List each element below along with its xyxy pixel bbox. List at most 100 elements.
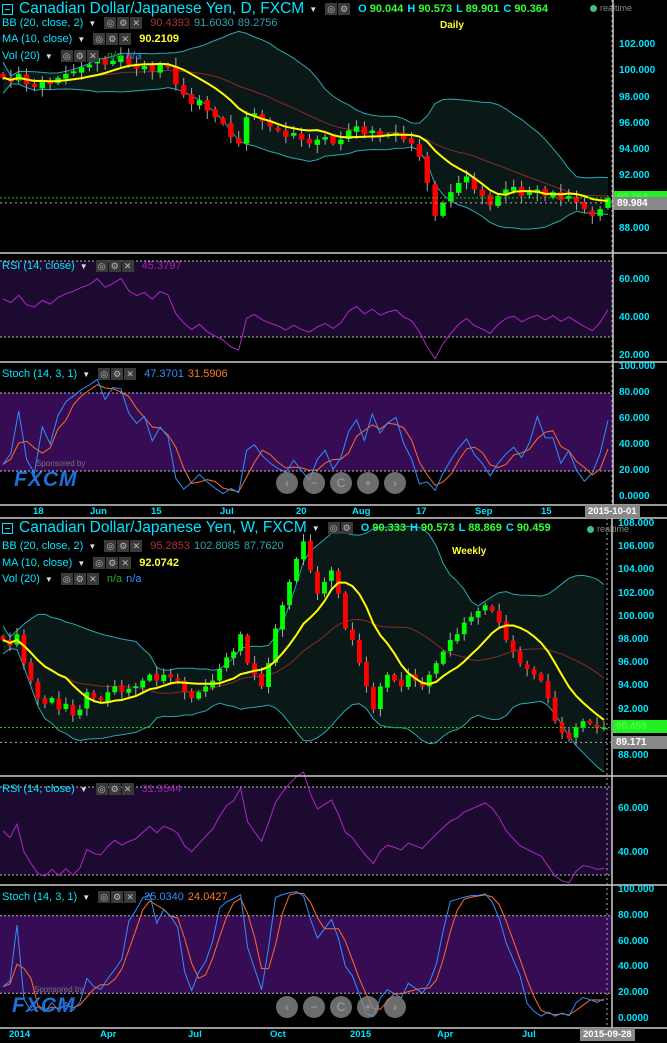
daily-time-tick: Jun — [90, 506, 107, 517]
chevron-down-icon[interactable]: ▼ — [45, 52, 53, 61]
visibility-icon[interactable]: ◎ — [95, 260, 108, 272]
daily-candle — [283, 130, 289, 137]
gear-icon[interactable]: ⚙ — [106, 33, 119, 45]
visibility-icon[interactable]: ◎ — [104, 17, 117, 29]
weekly-candle — [475, 611, 481, 618]
daily-time-tick: 18 — [33, 506, 44, 517]
gear-icon[interactable]: ⚙ — [340, 522, 353, 534]
visibility-icon[interactable]: ◎ — [327, 522, 340, 534]
chevron-down-icon[interactable]: ▼ — [82, 370, 90, 379]
daily-rsi-tick: 40.000 — [619, 312, 650, 323]
chevron-down-icon[interactable]: ▼ — [77, 559, 85, 568]
scroll-right-button[interactable]: › — [384, 472, 406, 494]
daily-price-tick: 92.000 — [619, 170, 650, 182]
daily-time-tick: 15 — [151, 506, 162, 517]
weekly-candle — [356, 640, 362, 664]
close-icon[interactable]: ✕ — [130, 540, 143, 552]
scroll-left-button[interactable]: ‹ — [276, 472, 298, 494]
weekly-date-badge: 2015-09-28 — [580, 1028, 635, 1041]
chevron-down-icon[interactable]: ▼ — [309, 5, 317, 14]
weekly-candle — [454, 634, 460, 642]
weekly-price-tick: 100.000 — [618, 610, 655, 622]
zoom-out-button[interactable]: − — [303, 996, 325, 1018]
chevron-down-icon[interactable]: ▼ — [82, 893, 90, 902]
daily-candle — [220, 117, 226, 124]
close-icon[interactable]: ✕ — [121, 260, 134, 272]
visibility-icon[interactable]: ◎ — [60, 50, 73, 62]
weekly-symbol-title[interactable]: Canadian Dollar/Japanese Yen, W, FXCM ▼ ◎… — [2, 519, 555, 537]
weekly-candle — [294, 558, 299, 581]
weekly-candle — [252, 663, 257, 675]
close-icon[interactable]: ✕ — [86, 50, 99, 62]
chevron-down-icon[interactable]: ▼ — [88, 542, 96, 551]
weekly-candle — [273, 628, 278, 663]
weekly-candle — [77, 709, 83, 716]
gear-icon[interactable]: ⚙ — [108, 260, 121, 272]
collapse-icon[interactable] — [2, 522, 13, 534]
daily-crosshair-price-badge: 89.984 — [614, 196, 667, 210]
fxcm-sponsor-logo[interactable]: Sponsored by FXCM — [14, 459, 85, 492]
gear-icon[interactable]: ⚙ — [338, 3, 351, 15]
visibility-icon[interactable]: ◎ — [93, 557, 106, 569]
close-icon[interactable]: ✕ — [130, 17, 143, 29]
gear-icon[interactable]: ⚙ — [108, 783, 121, 795]
weekly-candle — [21, 634, 27, 664]
scroll-left-button[interactable]: ‹ — [276, 996, 298, 1018]
gear-icon[interactable]: ⚙ — [111, 891, 124, 903]
daily-candle — [196, 100, 203, 106]
visibility-icon[interactable]: ◎ — [60, 573, 73, 585]
chevron-down-icon[interactable]: ▼ — [77, 35, 85, 44]
gear-icon[interactable]: ⚙ — [117, 17, 130, 29]
weekly-candle — [447, 640, 453, 652]
daily-candle — [440, 202, 446, 216]
gear-icon[interactable]: ⚙ — [73, 50, 86, 62]
daily-candle — [314, 139, 321, 145]
weekly-candle — [573, 727, 579, 738]
gear-icon[interactable]: ⚙ — [111, 368, 124, 380]
daily-candle — [298, 133, 305, 140]
weekly-candle — [398, 679, 404, 687]
visibility-icon[interactable]: ◎ — [95, 783, 108, 795]
close-icon[interactable]: ✕ — [86, 573, 99, 585]
daily-candle — [408, 138, 415, 144]
close-icon[interactable]: ✕ — [121, 783, 134, 795]
weekly-candle — [56, 698, 62, 710]
daily-candle — [487, 194, 493, 206]
chevron-down-icon[interactable]: ▼ — [88, 19, 96, 28]
vol-indicator-row: Vol (20) ▼ ◎ ⚙ ✕ n/a n/a — [2, 573, 142, 585]
gear-icon[interactable]: ⚙ — [117, 540, 130, 552]
weekly-candle — [119, 685, 125, 693]
daily-symbol-title[interactable]: Canadian Dollar/Japanese Yen, D, FXCM ▼ ◎… — [2, 0, 552, 18]
chevron-down-icon[interactable]: ▼ — [80, 785, 88, 794]
stoch-indicator-row: Stoch (14, 3, 1) ▼ ◎ ⚙ ✕ 25.0340 24.0427 — [2, 891, 228, 903]
visibility-icon[interactable]: ◎ — [93, 33, 106, 45]
visibility-icon[interactable]: ◎ — [325, 3, 338, 15]
close-icon[interactable]: ✕ — [124, 891, 137, 903]
visibility-icon[interactable]: ◎ — [98, 891, 111, 903]
reset-button[interactable]: C — [330, 996, 352, 1018]
close-icon[interactable]: ✕ — [124, 368, 137, 380]
weekly-stoch-tick: 80.000 — [618, 909, 649, 921]
gear-icon[interactable]: ⚙ — [73, 573, 86, 585]
fxcm-sponsor-logo[interactable]: Sponsored by FXCM — [12, 985, 83, 1018]
chevron-down-icon[interactable]: ▼ — [45, 575, 53, 584]
scroll-right-button[interactable]: › — [384, 996, 406, 1018]
zoom-in-button[interactable]: + — [357, 996, 379, 1018]
daily-candle — [424, 156, 431, 183]
daily-stoch-tick: 20.000 — [619, 465, 650, 476]
close-icon[interactable]: ✕ — [119, 33, 132, 45]
chevron-down-icon[interactable]: ▼ — [80, 262, 88, 271]
reset-button[interactable]: C — [330, 472, 352, 494]
weekly-candle — [280, 605, 285, 630]
zoom-in-button[interactable]: + — [357, 472, 379, 494]
collapse-icon[interactable] — [2, 3, 13, 15]
chevron-down-icon[interactable]: ▼ — [312, 524, 320, 533]
gear-icon[interactable]: ⚙ — [106, 557, 119, 569]
visibility-icon[interactable]: ◎ — [98, 368, 111, 380]
close-icon[interactable]: ✕ — [119, 557, 132, 569]
daily-stoch-tick: 40.000 — [619, 439, 650, 450]
daily-stoch-tick: 100.000 — [619, 361, 656, 372]
zoom-out-button[interactable]: − — [303, 472, 325, 494]
daily-candle — [432, 184, 438, 216]
visibility-icon[interactable]: ◎ — [104, 540, 117, 552]
